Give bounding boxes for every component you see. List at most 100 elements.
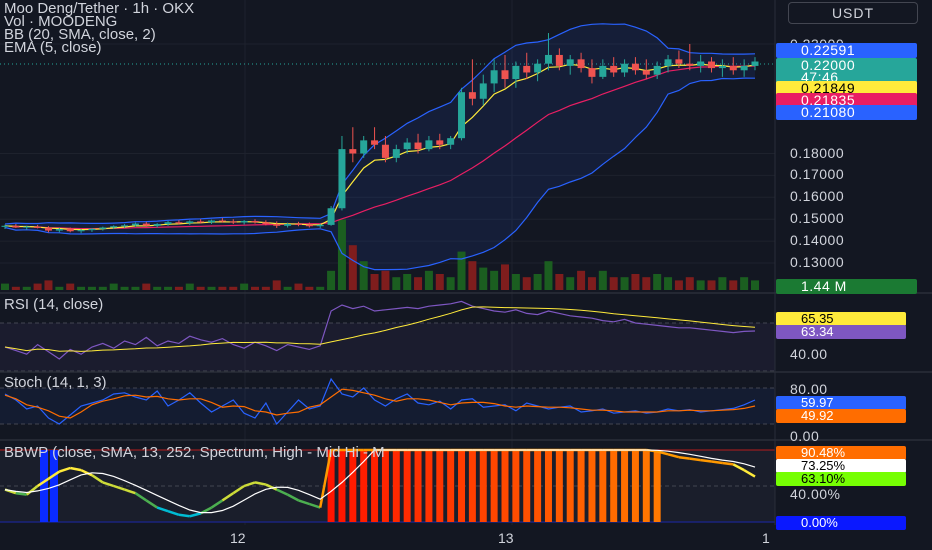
- candle-body: [77, 230, 85, 232]
- candle-body: [360, 140, 368, 154]
- candle-body: [34, 226, 42, 228]
- bbwp-high-bar: [512, 450, 520, 522]
- candle-body: [708, 61, 716, 69]
- volume-bar: [511, 274, 520, 290]
- candle-body: [555, 54, 563, 66]
- rsi-legend[interactable]: RSI (14, close): [4, 296, 103, 313]
- volume-bar: [501, 264, 509, 290]
- volume-bar: [348, 245, 357, 290]
- candle-body: [273, 224, 281, 226]
- bbwp-high-bar: [534, 450, 542, 522]
- candle-body: [588, 68, 596, 77]
- candle-body: [653, 65, 661, 75]
- volume-bar: [283, 286, 292, 290]
- bbwp-segment: [689, 457, 701, 462]
- volume-bar: [87, 286, 96, 290]
- volume-bar: [174, 286, 183, 290]
- candle-body: [1, 225, 9, 227]
- candle-body: [534, 63, 542, 73]
- bbwp-high-bar: [468, 450, 476, 522]
- candle-body: [447, 138, 455, 145]
- candle-body: [12, 225, 20, 228]
- candle-body: [142, 223, 150, 226]
- volume-bar: [522, 277, 531, 290]
- candle-body: [175, 222, 183, 224]
- candle-body: [631, 63, 639, 71]
- candle-body: [294, 224, 302, 226]
- bbwp-segment: [678, 455, 690, 460]
- candle-body: [305, 224, 313, 227]
- bbwp-tick-40: 40.00%: [790, 486, 841, 502]
- volume-bar: [109, 283, 118, 290]
- volume-bar: [653, 274, 662, 290]
- volume-bar: [251, 286, 259, 290]
- candle-body: [121, 225, 129, 227]
- volume-bar: [77, 286, 86, 290]
- candle-body: [621, 63, 629, 73]
- bbwp-high-bar: [610, 450, 618, 522]
- time-tick-1: 1: [762, 530, 770, 546]
- candle-body: [131, 223, 139, 226]
- volume-bar: [707, 280, 716, 290]
- candle-body: [284, 224, 292, 226]
- candle-body: [88, 228, 96, 231]
- candle-body: [512, 65, 520, 80]
- volume-bar: [22, 286, 31, 290]
- volume-bar: [555, 274, 564, 290]
- candle-body: [99, 227, 107, 229]
- volume-bar: [718, 277, 727, 290]
- candle-body: [110, 226, 118, 228]
- volume-bar: [457, 251, 466, 290]
- candle-body: [23, 226, 31, 228]
- volume-bar: [490, 270, 499, 290]
- ema-legend[interactable]: EMA (5, close): [4, 39, 102, 56]
- candle-body: [240, 220, 248, 223]
- candle-body: [327, 208, 335, 225]
- volume-bar: [11, 286, 20, 290]
- bbwp-high-bar: [599, 450, 607, 522]
- rsi-pane[interactable]: [0, 300, 775, 372]
- price-tick-0.17: 0.17000: [790, 166, 845, 182]
- volume-bar: [316, 286, 325, 290]
- currency-button[interactable]: USDT: [788, 2, 918, 24]
- volume-bar: [240, 283, 249, 290]
- volume-bar: [392, 277, 401, 290]
- candle-body: [599, 65, 607, 77]
- bb-lower-tag: 0.21080: [776, 105, 917, 120]
- candle-body: [349, 149, 357, 154]
- volume-bar: [164, 286, 173, 290]
- volume-bar: [446, 277, 455, 290]
- volume-bar: [153, 286, 162, 290]
- volume-bar: [120, 286, 129, 290]
- bbwp-high-bar: [642, 450, 650, 522]
- candle-body: [664, 59, 672, 66]
- stoch-tick-0: 0.00: [790, 428, 820, 444]
- bbwp-segment: [15, 491, 27, 496]
- volume-bar: [533, 274, 542, 290]
- volume-bar: [272, 280, 281, 290]
- volume-bar: [566, 277, 575, 290]
- bbwp-high-bar: [555, 450, 563, 522]
- bbwp-high-bar: [447, 450, 455, 522]
- stoch-pane[interactable]: [0, 377, 775, 426]
- candle-body: [740, 65, 748, 71]
- bbwp-high-bar: [501, 450, 509, 522]
- bbwp-legend[interactable]: BBWP (close, SMA, 13, 252, Spectrum, Hig…: [4, 444, 385, 461]
- volume-bar: [261, 286, 270, 290]
- candle-body: [229, 221, 237, 223]
- volume-bar: [642, 277, 651, 290]
- bbwp-high-bar: [566, 450, 574, 522]
- stoch-legend[interactable]: Stoch (14, 1, 3): [4, 374, 107, 391]
- candle-body: [164, 222, 172, 225]
- price-tick-0.15: 0.15000: [790, 210, 845, 226]
- volume-bar: [468, 261, 477, 290]
- volume-bar: [55, 286, 64, 290]
- bbwp-high-bar: [458, 450, 466, 522]
- volume-bar: [577, 270, 586, 290]
- candle-body: [468, 92, 476, 99]
- candle-body: [425, 140, 433, 150]
- candle-body: [197, 221, 205, 223]
- bbwp-high-bar: [523, 450, 531, 522]
- volume-bar: [44, 280, 53, 290]
- rsi-tick-40: 40.00: [790, 346, 828, 362]
